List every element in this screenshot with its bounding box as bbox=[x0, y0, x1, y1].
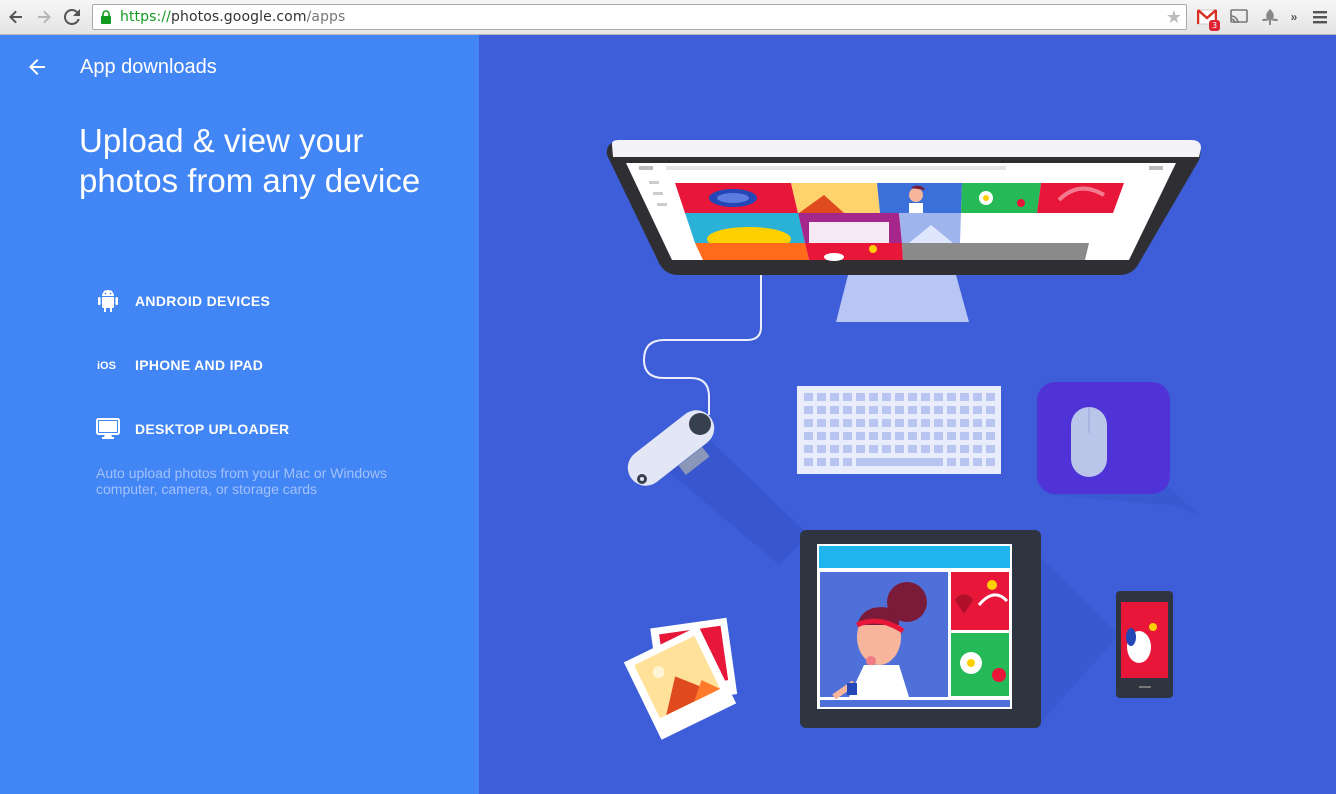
browser-toolbar: https://photos.google.com/apps ★ 3 » bbox=[0, 0, 1336, 35]
cast-extension-button[interactable] bbox=[1228, 6, 1250, 28]
devices-illustration-art bbox=[606, 140, 1201, 740]
gmail-unread-badge: 3 bbox=[1209, 20, 1220, 31]
url-text: https://photos.google.com/apps bbox=[120, 9, 345, 25]
desktop-uploader-label: DESKTOP UPLOADER bbox=[135, 421, 290, 437]
app-downloads-panel: App downloads Upload & view your photos … bbox=[0, 35, 479, 794]
leaf-icon bbox=[1262, 9, 1278, 25]
browser-reload-button[interactable] bbox=[61, 6, 83, 28]
android-devices-link[interactable]: ANDROID DEVICES bbox=[96, 287, 396, 315]
forward-icon bbox=[38, 10, 51, 24]
lock-icon bbox=[100, 10, 112, 24]
headline: Upload & view your photos from any devic… bbox=[79, 122, 421, 199]
url-scheme: https:// bbox=[120, 9, 171, 25]
desktop-uploader-description: Auto upload photos from your Mac or Wind… bbox=[96, 465, 388, 497]
extensions-overflow-button[interactable]: » bbox=[1288, 6, 1300, 28]
back-icon bbox=[9, 10, 22, 24]
bookmark-star-icon[interactable]: ★ bbox=[1166, 7, 1182, 28]
hamburger-menu-icon bbox=[1313, 11, 1327, 24]
monitor-icon bbox=[96, 417, 120, 441]
browser-forward-button[interactable] bbox=[33, 6, 55, 28]
desktop-uploader-link[interactable]: DESKTOP UPLOADER bbox=[96, 415, 396, 443]
url-path: /apps bbox=[306, 9, 346, 25]
tablet-art bbox=[800, 530, 1119, 728]
android-icon bbox=[96, 289, 120, 313]
android-devices-label: ANDROID DEVICES bbox=[135, 293, 271, 309]
arrow-back-icon bbox=[29, 59, 45, 75]
reload-icon bbox=[64, 9, 80, 25]
ios-icon: iOS bbox=[96, 353, 120, 377]
cast-icon bbox=[1230, 9, 1248, 24]
phone-art bbox=[1116, 591, 1173, 698]
polaroid-photos-art bbox=[623, 617, 738, 740]
browser-menu-button[interactable] bbox=[1311, 6, 1329, 28]
iphone-ipad-link[interactable]: iOS IPHONE AND IPAD bbox=[96, 351, 396, 379]
keyboard-art bbox=[797, 386, 1001, 474]
card-reader-art bbox=[627, 410, 809, 565]
ios-icon-text: iOS bbox=[97, 360, 116, 372]
address-bar[interactable]: https://photos.google.com/apps ★ bbox=[92, 4, 1187, 30]
browser-back-button[interactable] bbox=[5, 6, 27, 28]
leaf-extension-button[interactable] bbox=[1259, 6, 1281, 28]
gmail-extension-button[interactable]: 3 bbox=[1196, 6, 1220, 31]
devices-illustration bbox=[479, 35, 1336, 794]
iphone-ipad-label: IPHONE AND IPAD bbox=[135, 357, 264, 373]
monitor-stand bbox=[836, 275, 969, 322]
url-host: photos.google.com bbox=[170, 9, 307, 25]
page-title: App downloads bbox=[80, 56, 217, 78]
back-arrow-button[interactable] bbox=[25, 55, 49, 79]
desktop-monitor-art bbox=[606, 140, 1201, 275]
mouse-art bbox=[1037, 382, 1199, 515]
